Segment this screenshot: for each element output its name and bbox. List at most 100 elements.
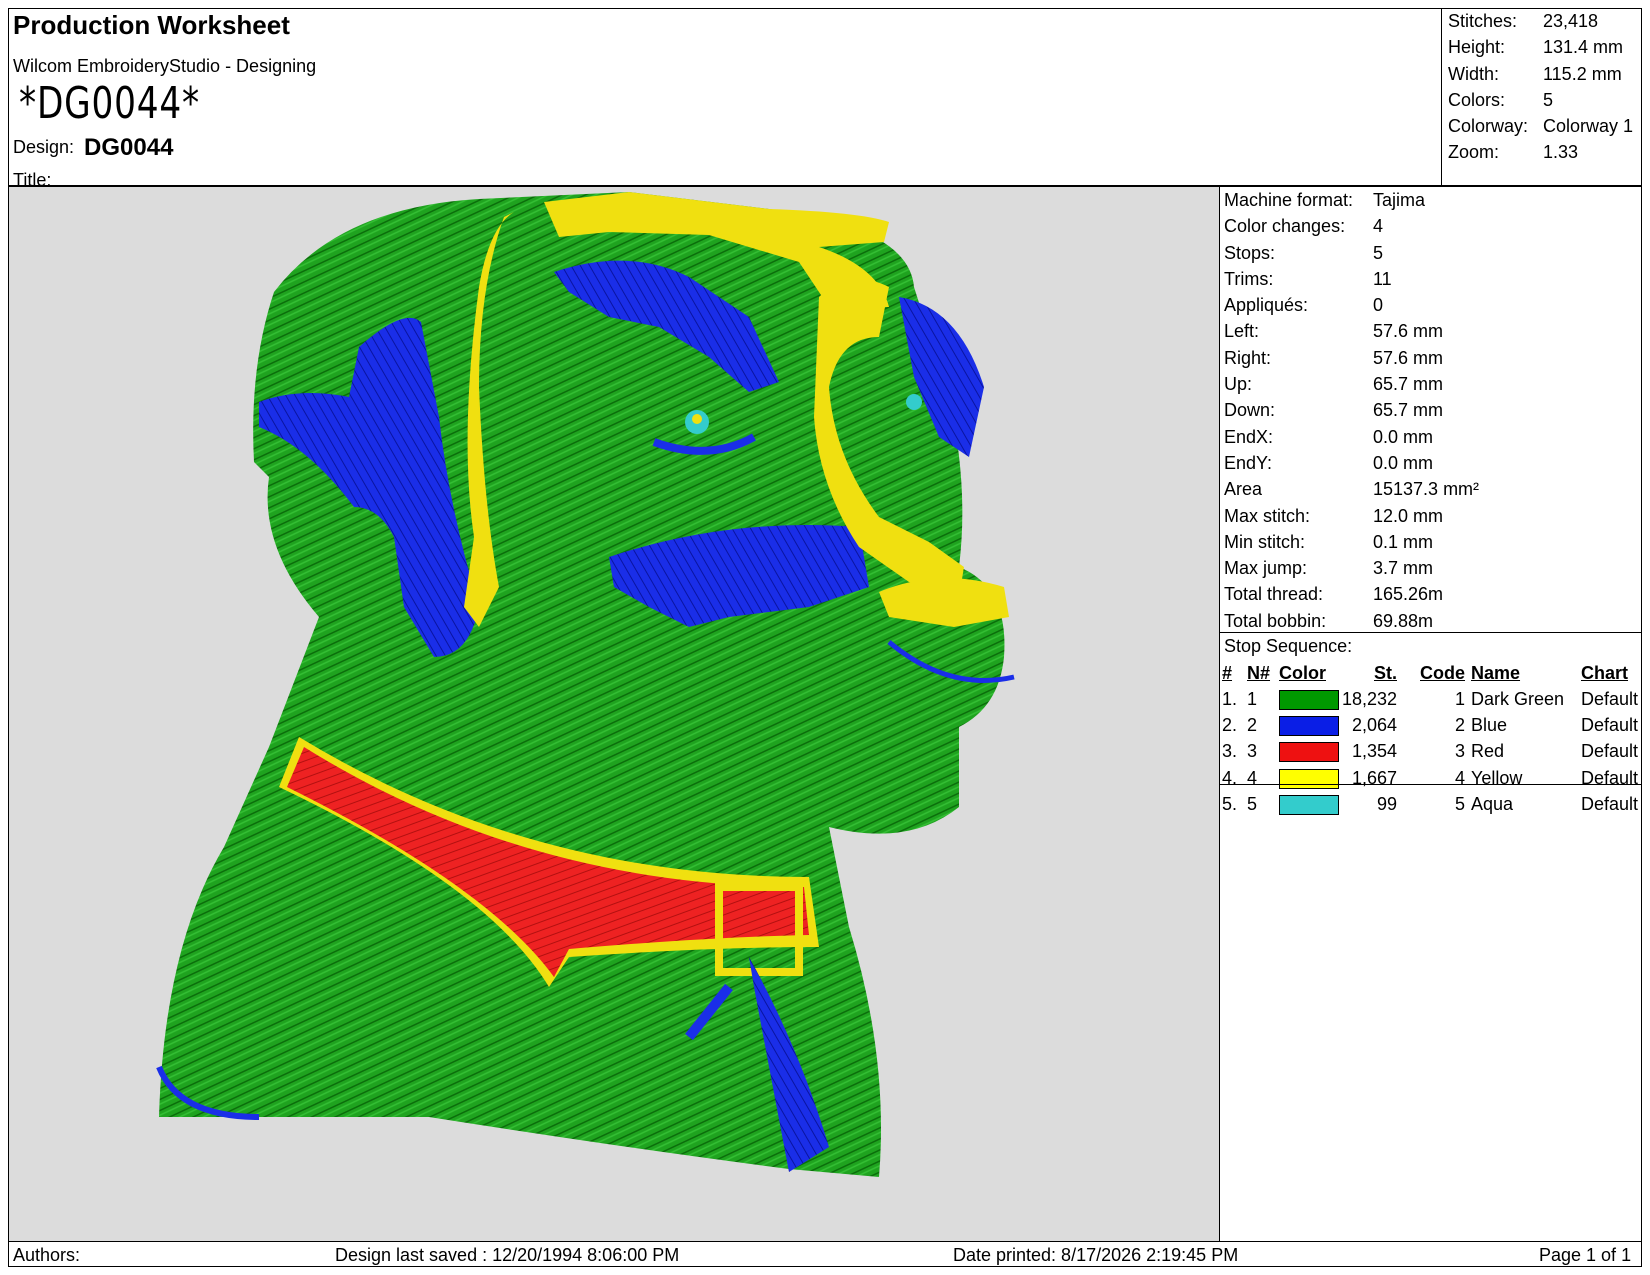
app-subtitle: Wilcom EmbroideryStudio - Designing xyxy=(13,56,317,76)
info-row: Trims: 11 xyxy=(1224,266,1479,292)
info-row: Machine format: Tajima xyxy=(1224,187,1479,213)
color-swatch-box xyxy=(1279,716,1339,737)
design-value: DG0044 xyxy=(84,134,174,161)
color-swatch xyxy=(1279,712,1339,738)
info-value: 0.0 mm xyxy=(1373,452,1434,473)
info-value: 12.0 mm xyxy=(1373,505,1444,526)
stop-color-name: Yellow xyxy=(1471,767,1523,788)
stop-num: 2. xyxy=(1222,714,1238,735)
info-row: Total bobbin: 69.88m xyxy=(1224,608,1479,634)
stat-row: Width: 115.2 mm xyxy=(1448,61,1633,87)
info-value: 3.7 mm xyxy=(1373,558,1434,579)
info-row: Stops: 5 xyxy=(1224,240,1479,266)
stop-color-name: Dark Green xyxy=(1471,688,1565,709)
info-label: Stops: xyxy=(1224,242,1276,263)
info-row: Total thread: 165.26m xyxy=(1224,581,1479,607)
info-label: EndX: xyxy=(1224,426,1274,447)
info-label: EndY: xyxy=(1224,452,1273,473)
stop-code: 2 xyxy=(1454,714,1465,735)
info-row: EndX: 0.0 mm xyxy=(1224,424,1479,450)
dog-embroidery-image xyxy=(156,192,1015,1177)
stat-value: 5 xyxy=(1543,89,1554,110)
stop-code: 1 xyxy=(1454,688,1465,709)
info-label: Area xyxy=(1224,479,1263,500)
stat-row: Stitches: 23,418 xyxy=(1448,8,1633,34)
info-row: Right: 57.6 mm xyxy=(1224,345,1479,371)
footer-divider xyxy=(8,1241,1642,1242)
stop-color-name: Blue xyxy=(1471,714,1508,735)
stop-sequence-table: # N# Color St. Code Name Chart 1. 1 18,232… xyxy=(1222,660,1645,817)
info-value: 0.1 mm xyxy=(1373,531,1434,552)
header: Production Worksheet Wilcom EmbroiderySt… xyxy=(13,10,1433,190)
info-label: Max stitch: xyxy=(1224,505,1311,526)
color-swatch-box xyxy=(1279,689,1339,710)
stop-stitches: 2,064 xyxy=(1351,714,1397,735)
footer-date-printed: Date printed: 8/17/2026 2:19:45 PM xyxy=(953,1245,1239,1265)
info-value: 69.88m xyxy=(1373,610,1434,631)
info-row: Down: 65.7 mm xyxy=(1224,397,1479,423)
stop-needle: 1 xyxy=(1247,688,1258,709)
stop-chart: Default xyxy=(1581,741,1639,762)
info-value: 4 xyxy=(1373,216,1384,237)
stop-chart: Default xyxy=(1581,714,1639,735)
design-label: Design: xyxy=(13,137,75,157)
info-label: Min stitch: xyxy=(1224,531,1306,552)
footer-authors: Authors: xyxy=(13,1245,81,1265)
stop-needle: 4 xyxy=(1247,767,1258,788)
design-preview xyxy=(9,187,1219,1241)
stop-code: 3 xyxy=(1454,741,1465,762)
info-value: 65.7 mm xyxy=(1373,400,1444,421)
machine-info-panel: Machine format: Tajima Color changes: 4 Stop… xyxy=(1224,187,1479,634)
color-swatch-box xyxy=(1279,742,1339,763)
col-chart: Chart xyxy=(1581,662,1629,683)
stat-value: 115.2 mm xyxy=(1543,63,1622,84)
stop-color-name: Aqua xyxy=(1471,793,1514,814)
stats-panel: Stitches: 23,418 Height: 131.4 mm Width: 115.… xyxy=(1448,8,1633,166)
info-label: Up: xyxy=(1224,374,1253,395)
stat-row: Colors: 5 xyxy=(1448,87,1633,113)
color-swatch xyxy=(1279,686,1339,712)
stop-row: 3. 3 1,354 3 Red Default xyxy=(1222,739,1645,765)
stat-label: Colors: xyxy=(1448,89,1506,110)
info-label: Right: xyxy=(1224,347,1272,368)
info-value: 0.0 mm xyxy=(1373,426,1434,447)
color-swatch xyxy=(1279,791,1339,817)
dog-body xyxy=(159,192,1005,1177)
info-value: 57.6 mm xyxy=(1373,347,1444,368)
info-value: 15137.3 mm² xyxy=(1373,479,1480,500)
stop-chart: Default xyxy=(1581,688,1639,709)
info-label: Max jump: xyxy=(1224,558,1308,579)
col-color: Color xyxy=(1279,662,1326,683)
info-label: Color changes: xyxy=(1224,216,1346,237)
info-row: Max stitch: 12.0 mm xyxy=(1224,503,1479,529)
stop-num: 5. xyxy=(1222,793,1238,814)
info-row: Color changes: 4 xyxy=(1224,213,1479,239)
stop-stitches: 18,232 xyxy=(1341,688,1397,709)
stat-row: Zoom: 1.33 xyxy=(1448,139,1633,165)
stat-value: 131.4 mm xyxy=(1543,37,1624,58)
stat-value: 1.33 xyxy=(1543,142,1579,163)
stats-divider xyxy=(1441,8,1443,185)
stop-code: 5 xyxy=(1454,793,1465,814)
info-row: Max jump: 3.7 mm xyxy=(1224,555,1479,581)
stop-stitches: 1,667 xyxy=(1351,767,1397,788)
info-label: Machine format: xyxy=(1224,190,1354,210)
col-n: N# xyxy=(1247,662,1271,683)
info-row: Area 15137.3 mm² xyxy=(1224,476,1479,502)
info-label: Left: xyxy=(1224,321,1260,342)
info-value: 65.7 mm xyxy=(1373,374,1444,395)
right-panel-divider xyxy=(1219,186,1220,1241)
info-label: Total thread: xyxy=(1224,584,1324,605)
worksheet-title: Production Worksheet xyxy=(13,10,290,40)
info-row: Appliqués: 0 xyxy=(1224,292,1479,318)
info-label: Down: xyxy=(1224,400,1276,421)
stat-value: Colorway 1 xyxy=(1543,116,1634,137)
stat-label: Zoom: xyxy=(1448,142,1500,163)
table-bottom-divider xyxy=(1219,784,1642,785)
stop-row: 4. 4 1,667 4 Yellow Default xyxy=(1222,765,1645,791)
stop-sequence-divider xyxy=(1219,632,1642,633)
design-row: Design: DG0044 xyxy=(13,132,174,161)
col-code: Code xyxy=(1420,662,1465,683)
stat-value: 23,418 xyxy=(1543,11,1599,31)
footer-page: Page 1 of 1 xyxy=(1539,1245,1632,1265)
